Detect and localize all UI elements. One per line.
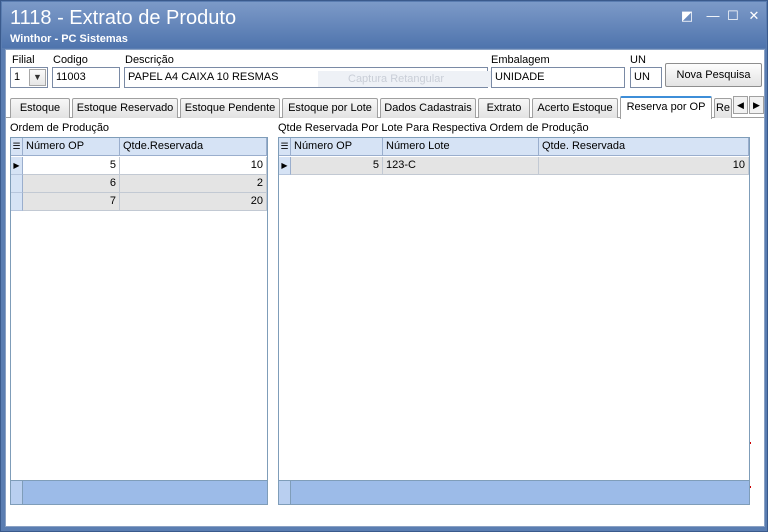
restore-icon[interactable]: ◩ <box>678 8 696 24</box>
tab-re[interactable]: Re <box>714 98 732 118</box>
cell-numero-op[interactable]: 5 <box>23 157 120 175</box>
row-indicator-icon: ▶ <box>11 157 23 175</box>
row-indicator-icon: ▶ <box>279 157 291 175</box>
minimize-icon[interactable]: — <box>704 8 722 24</box>
table-row[interactable]: ▶ 5 123-C 10 <box>279 157 749 175</box>
un-field[interactable]: UN <box>630 67 662 88</box>
tab-estoque-reservado[interactable]: Estoque Reservado <box>72 98 178 118</box>
col-numero-lote[interactable]: Número Lote <box>383 138 539 156</box>
embalagem-field[interactable]: UNIDADE <box>491 67 625 88</box>
cell-qtde-reservada[interactable]: 10 <box>120 157 267 175</box>
cell-qtde-reservada[interactable]: 10 <box>539 157 749 175</box>
marker-dot <box>750 486 751 488</box>
col-numero-op[interactable]: Número OP <box>23 138 120 156</box>
tab-strip: Estoque Estoque Reservado Estoque Penden… <box>6 96 764 119</box>
row-indicator <box>11 175 23 193</box>
app-window: 1118 - Extrato de Produto Winthor - PC S… <box>0 0 768 532</box>
cell-numero-op[interactable]: 5 <box>291 157 383 175</box>
filial-label: Filial <box>12 54 35 66</box>
cell-qtde-reservada[interactable]: 20 <box>120 193 267 211</box>
col-qtde-reservada[interactable]: Qtde.Reservada <box>120 138 267 156</box>
tab-reserva-por-op[interactable]: Reserva por OP <box>620 96 712 119</box>
lote-reserva-grid[interactable]: ☰ Número OP Número Lote Qtde. Reservada … <box>278 137 750 505</box>
codigo-field[interactable]: 11003 <box>52 67 120 88</box>
filial-select[interactable]: 1 ▼ <box>10 67 48 88</box>
col-qtde-reservada[interactable]: Qtde. Reservada <box>539 138 749 156</box>
tab-estoque-por-lote[interactable]: Estoque por Lote <box>282 98 378 118</box>
descricao-label: Descrição <box>125 54 174 66</box>
tab-estoque[interactable]: Estoque <box>10 98 70 118</box>
grid-menu-icon[interactable]: ☰ <box>11 138 23 156</box>
main-panel: Filial 1 ▼ Codigo 11003 Descrição PAPEL … <box>5 49 765 527</box>
maximize-icon[interactable]: ☐ <box>724 8 742 24</box>
table-row[interactable]: ▶ 5 10 <box>11 157 267 175</box>
grid-header: ☰ Número OP Qtde.Reservada <box>11 138 267 156</box>
col-numero-op[interactable]: Número OP <box>291 138 383 156</box>
lote-reserva-label: Qtde Reservada Por Lote Para Respectiva … <box>278 122 589 134</box>
cell-numero-lote[interactable]: 123-C <box>383 157 539 175</box>
tab-extrato[interactable]: Extrato <box>478 98 530 118</box>
title-bar[interactable]: 1118 - Extrato de Produto Winthor - PC S… <box>2 2 766 48</box>
tab-scroll-left-icon[interactable]: ◀ <box>733 96 748 114</box>
close-icon[interactable]: ✕ <box>745 8 763 24</box>
cell-qtde-reservada[interactable]: 2 <box>120 175 267 193</box>
row-indicator <box>11 193 23 211</box>
ordem-producao-label: Ordem de Produção <box>10 122 110 134</box>
chevron-down-icon[interactable]: ▼ <box>29 69 46 86</box>
capture-overlay-ghost: Captura Retangular <box>318 71 494 87</box>
footer-indicator <box>279 481 291 504</box>
table-row[interactable]: 7 20 <box>11 193 267 211</box>
tab-acerto-estoque[interactable]: Acerto Estoque <box>532 98 618 118</box>
window-subtitle: Winthor - PC Sistemas <box>10 33 128 45</box>
filial-value: 1 <box>14 71 21 83</box>
tab-scroll-right-icon[interactable]: ▶ <box>749 96 764 114</box>
cell-numero-op[interactable]: 6 <box>23 175 120 193</box>
grid-footer <box>279 480 749 504</box>
tab-estoque-pendente[interactable]: Estoque Pendente <box>180 98 280 118</box>
ordem-producao-grid[interactable]: ☰ Número OP Qtde.Reservada ▶ 5 10 6 2 7 … <box>10 137 268 505</box>
grid-menu-icon[interactable]: ☰ <box>279 138 291 156</box>
window-title: 1118 - Extrato de Produto <box>10 7 237 29</box>
codigo-label: Codigo <box>53 54 88 66</box>
cell-numero-op[interactable]: 7 <box>23 193 120 211</box>
marker-dot <box>750 442 751 444</box>
un-label: UN <box>630 54 646 66</box>
footer-indicator <box>11 481 23 504</box>
embalagem-label: Embalagem <box>491 54 550 66</box>
tab-dados-cadastrais[interactable]: Dados Cadastrais <box>380 98 476 118</box>
grid-header: ☰ Número OP Número Lote Qtde. Reservada <box>279 138 749 156</box>
grid-footer <box>11 480 267 504</box>
nova-pesquisa-button[interactable]: Nova Pesquisa <box>665 63 762 87</box>
table-row[interactable]: 6 2 <box>11 175 267 193</box>
